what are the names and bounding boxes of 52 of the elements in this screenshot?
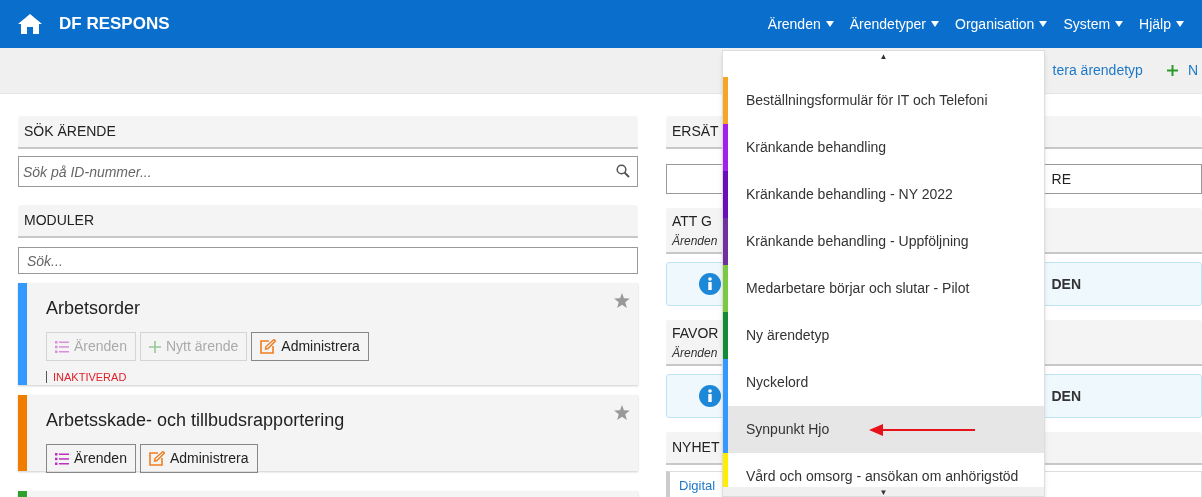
edit-icon	[148, 451, 165, 466]
scroll-up-arrow[interactable]: ▲	[723, 51, 1044, 63]
app-title: DF RESPONS	[59, 13, 170, 36]
panel-title: NYHET	[672, 438, 720, 457]
caret-icon	[1176, 21, 1184, 27]
toolbar-link[interactable]: tera ärendetyp	[1052, 60, 1143, 81]
menu-item[interactable]: Beställningsformulär för IT och Telefoni	[723, 77, 1044, 124]
panel-subtitle: Ärenden	[672, 232, 718, 250]
nav-menu[interactable]: Ärenden	[767, 9, 834, 39]
menu-item[interactable]: Kränkande behandling - NY 2022	[723, 171, 1044, 218]
toolbar-link[interactable]: N	[1166, 60, 1198, 81]
menu-item[interactable]: Ny ärendetyp	[723, 312, 1044, 359]
search-icon	[616, 164, 630, 178]
panel-title: MODULER	[24, 211, 94, 230]
panel-title: SÖK ÄRENDE	[24, 122, 116, 141]
nav-menu[interactable]: System	[1063, 9, 1124, 39]
nav-menu[interactable]: Organisation	[955, 9, 1048, 39]
star-icon	[614, 293, 630, 308]
panel-subtitle: Ärenden	[672, 344, 718, 362]
menu-item[interactable]: Kränkande behandling	[723, 124, 1044, 171]
menu-item[interactable]: Medarbetare börjar och slutar - Pilot	[723, 265, 1044, 312]
list-icon	[55, 452, 69, 465]
module-button[interactable]: Ärenden	[46, 444, 136, 473]
menu-item[interactable]: Kränkande behandling - Uppföljning	[723, 218, 1044, 265]
module-button[interactable]: Administrera	[139, 444, 258, 473]
info-text: DEN	[1051, 386, 1081, 406]
info-text: DEN	[1051, 274, 1081, 294]
menu-item[interactable]: Synpunkt Hjo	[723, 406, 1044, 453]
panel-title: ERSÄT	[672, 122, 719, 141]
module-title: Arbetsskade- och tillbudsrapportering	[46, 409, 345, 432]
news-link[interactable]: Digital	[679, 478, 716, 493]
nav-menu[interactable]: Ärendetyper	[849, 9, 939, 39]
menu-item[interactable]: Nyckelord	[723, 359, 1044, 406]
caret-icon	[1115, 21, 1124, 27]
menu-item[interactable]: Vård och omsorg - ansökan om anhörigstöd	[723, 453, 1044, 487]
caret-icon	[931, 21, 939, 27]
panel-title: FAVOR	[672, 323, 719, 343]
home-icon	[18, 14, 42, 34]
plus-icon	[148, 340, 161, 353]
status-label: INAKTIVERAD	[53, 370, 127, 385]
caret-icon	[825, 21, 834, 27]
edit-icon	[260, 339, 277, 354]
plus-icon	[1166, 65, 1178, 76]
list-icon	[55, 340, 69, 353]
module-title: Arbetsorder	[46, 297, 142, 320]
nav-menu[interactable]: Hjälp	[1139, 9, 1184, 39]
star-icon	[614, 405, 630, 420]
panel-title: ATT G	[672, 211, 712, 231]
search-field[interactable]: Sök...	[18, 247, 638, 274]
module-button[interactable]: Administrera	[251, 332, 369, 361]
caret-icon	[1039, 21, 1048, 27]
search-field[interactable]: Sök på ID-nummer...	[18, 156, 638, 187]
